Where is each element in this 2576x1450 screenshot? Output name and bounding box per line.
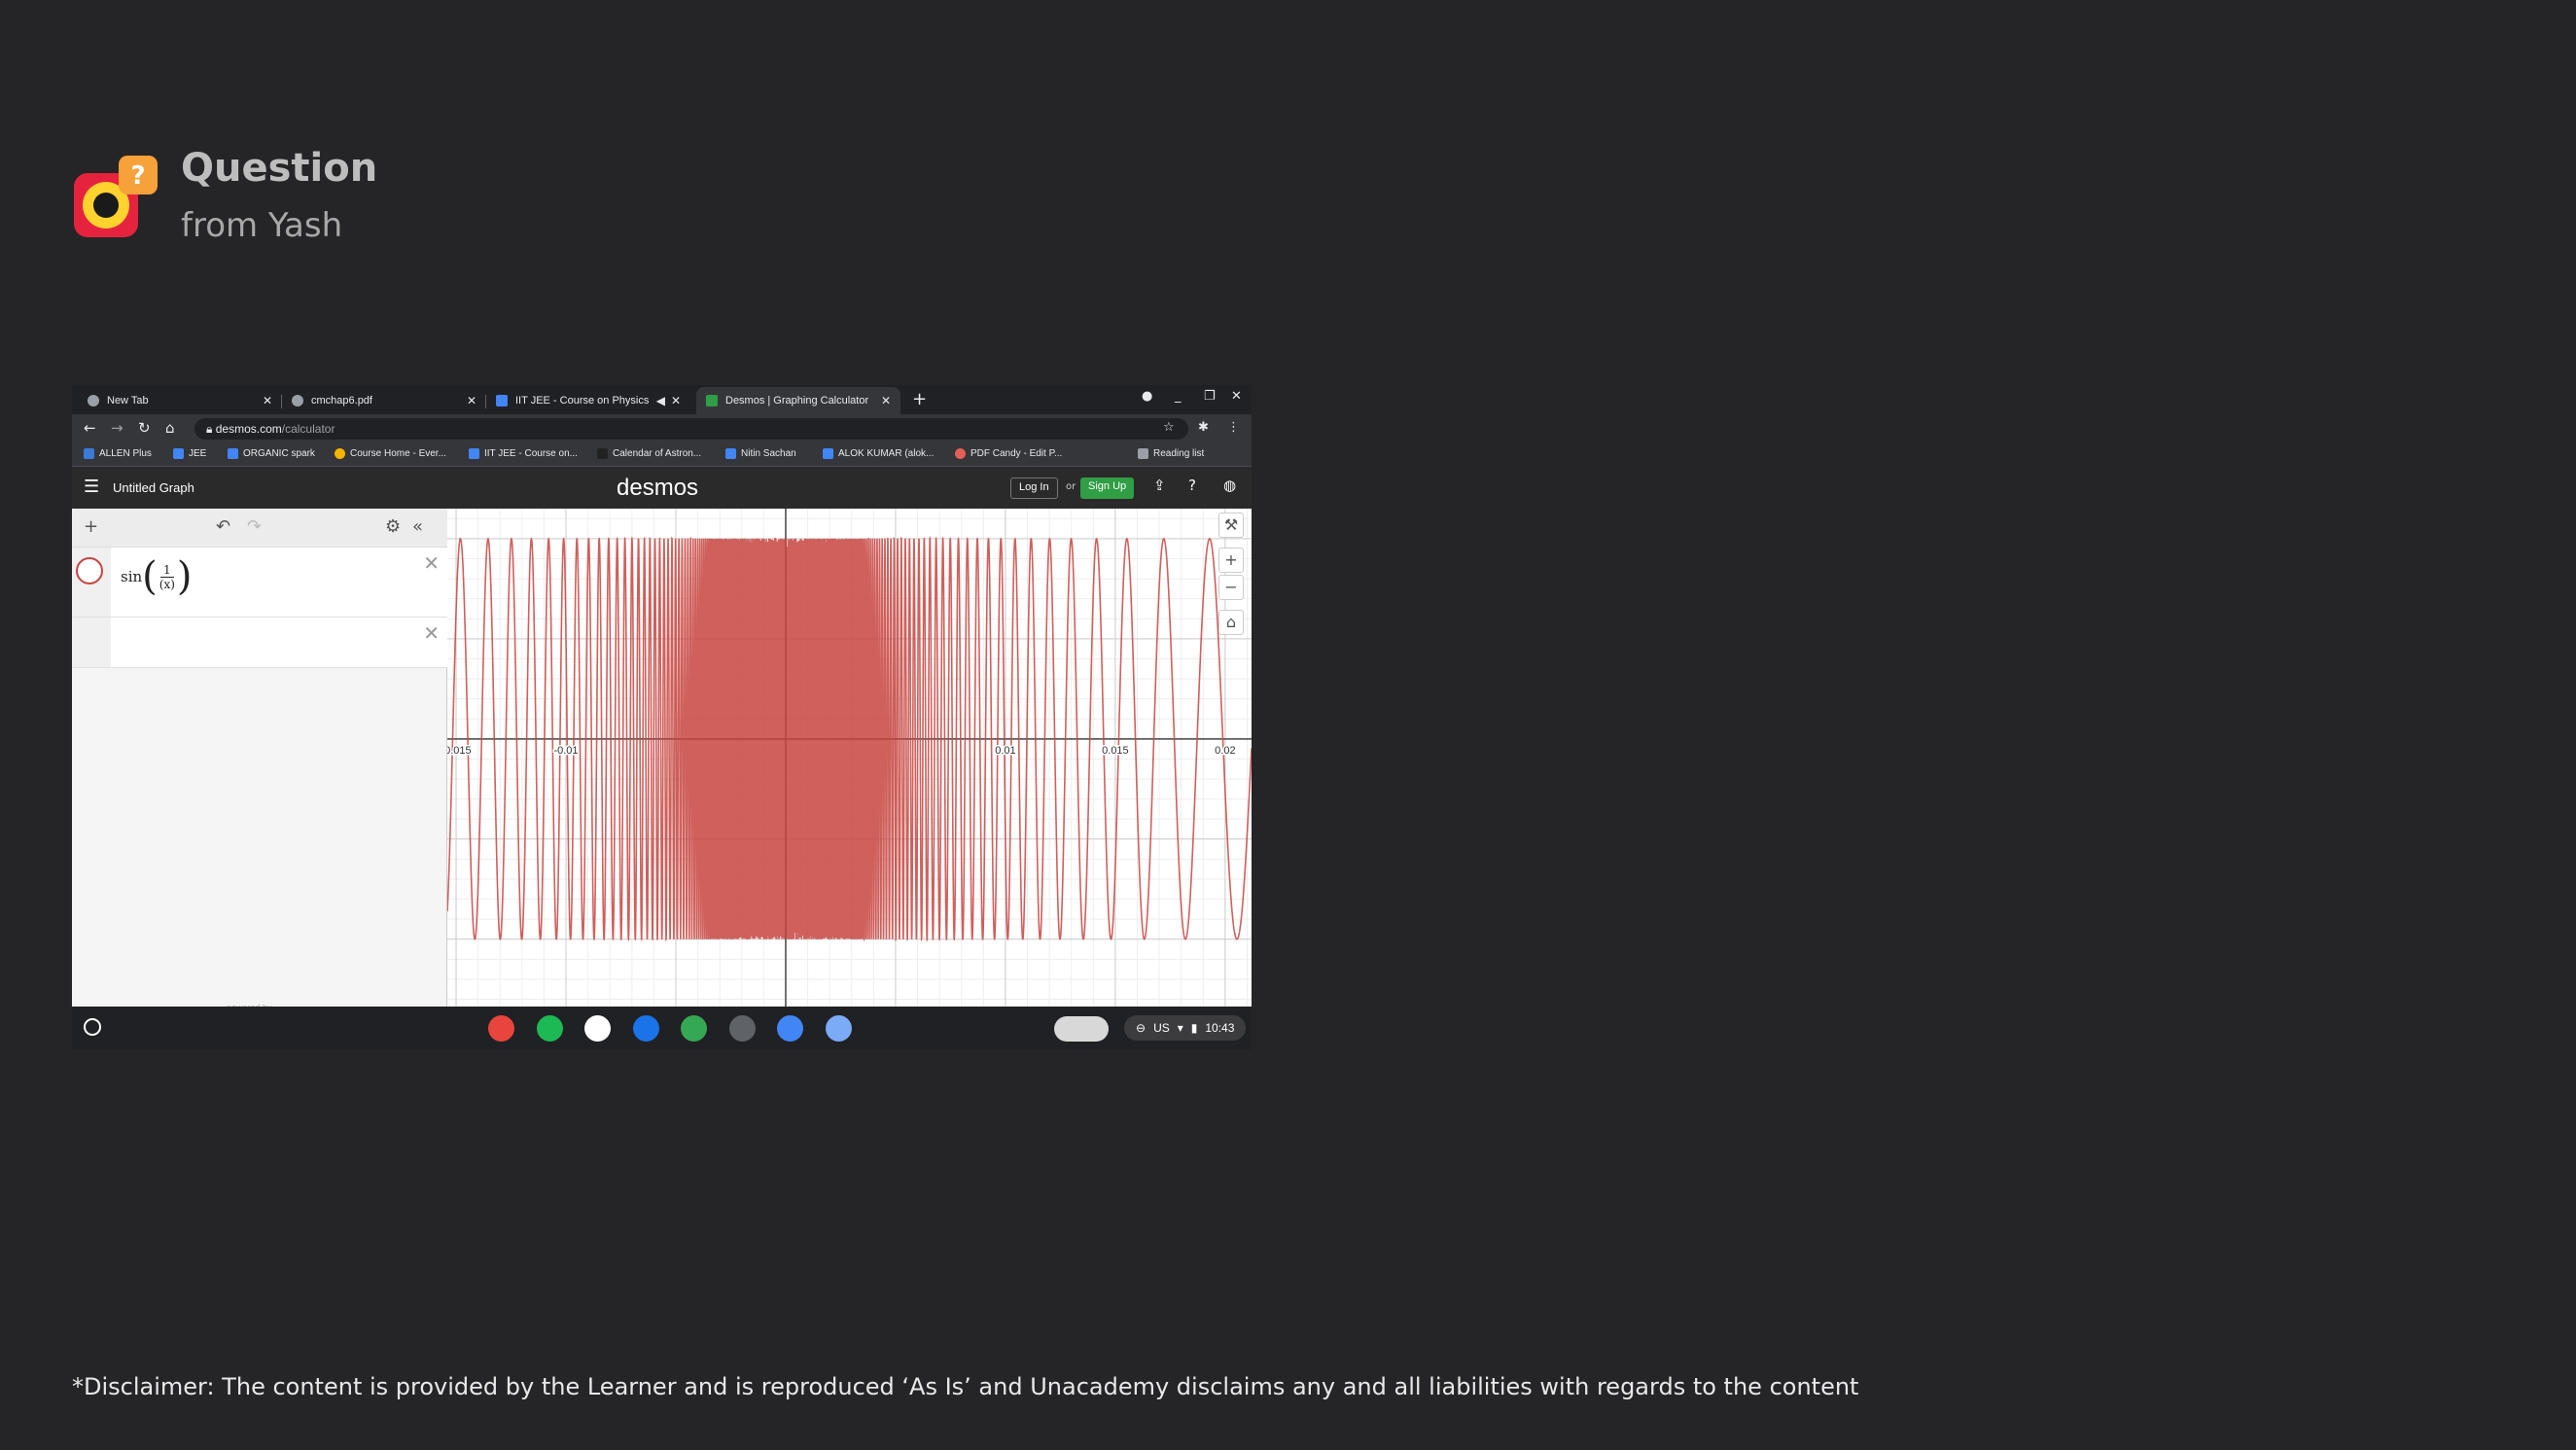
notification-tray[interactable] [1054,1016,1109,1042]
expression-panel: + ↶ ↷ ⚙ « sin ( 1 (x) ) ✕ ✕ ⌨ ▴ [72,509,447,1049]
graph-canvas[interactable]: -0.015 -0.01 0.01 0.015 0.02 ⚒ + − ⌂ [447,509,1252,1049]
bookmark-item[interactable]: ALOK KUMAR (alok... [823,448,934,459]
browser-tab[interactable]: cmchap6.pdf ✕ [282,387,486,414]
graph-title[interactable]: Untitled Graph [113,480,194,495]
login-button[interactable]: Log In [1010,477,1058,499]
reload-icon[interactable]: ↻ [138,419,151,437]
disclaimer-text: *Disclaimer: The content is provided by … [72,1373,1859,1400]
tab-close-icon[interactable]: ✕ [467,394,476,407]
delete-expression-icon[interactable]: ✕ [423,551,440,575]
files-icon[interactable] [632,1015,659,1042]
app-icon[interactable] [777,1015,803,1042]
desmos-favicon-icon [706,395,718,407]
x-tick-label: 0.02 [1215,745,1235,757]
collapse-panel-icon[interactable]: « [412,516,423,537]
window-close-icon[interactable]: ✕ [1231,389,1242,404]
bookmark-item[interactable]: Calendar of Astron... [597,448,701,459]
back-icon[interactable]: ← [84,419,96,437]
spotify-icon[interactable] [536,1015,563,1042]
desmos-logo: desmos [617,475,699,501]
tab-close-icon[interactable]: ✕ [263,394,272,407]
tab-close-icon[interactable]: ✕ [671,394,681,407]
bookmark-star-icon[interactable]: ☆ [1163,420,1175,435]
account-icon[interactable]: ● [1142,389,1152,404]
tab-favicon-icon [292,395,303,407]
zoom-out-icon[interactable]: − [1218,575,1244,600]
bookmark-item[interactable]: Course Home - Ever... [335,448,446,459]
keyboard-region: US [1153,1021,1170,1035]
graph-settings-wrench-icon[interactable]: ⚒ [1218,513,1244,538]
add-item-plus-icon[interactable]: + [84,516,98,537]
default-zoom-home-icon[interactable]: ⌂ [1218,610,1244,635]
browser-tab-active[interactable]: Desmos | Graphing Calculator ✕ [696,387,900,414]
or-label: or [1066,481,1076,492]
tab-favicon-icon [88,395,99,407]
bookmarks-bar: ALLEN Plus JEE ORGANIC spark Course Home… [72,443,1252,467]
zoom-in-icon[interactable]: + [1218,548,1244,573]
clock: 10:43 [1205,1021,1235,1035]
play-store-icon[interactable] [584,1015,611,1042]
dnd-icon: ⊖ [1136,1021,1147,1035]
help-icon[interactable]: ? [1188,477,1196,494]
address-bar[interactable]: 🔒︎ desmos.com/calculator [194,418,1188,440]
battery-icon: ▮ [1190,1021,1198,1035]
drive-icon[interactable] [681,1015,707,1042]
fraction: 1 (x) [159,562,175,591]
forward-icon[interactable]: → [111,419,124,437]
os-shelf: ⊖ US ▾ ▮ 10:43 [72,1007,1252,1049]
new-tab-plus-icon[interactable]: + [912,389,927,409]
extensions-puzzle-icon[interactable]: ✱ [1198,420,1209,435]
svg-text:?: ? [130,161,145,191]
settings-gear-icon[interactable]: ⚙ [385,516,401,537]
expression-toolbar: + ↶ ↷ ⚙ « [72,509,447,548]
x-tick-label: -0.015 [447,745,472,757]
status-tray[interactable]: ⊖ US ▾ ▮ 10:43 [1124,1015,1247,1041]
expression-formula[interactable]: sin ( 1 (x) ) [121,557,193,596]
question-author: from Yash [181,206,343,245]
graph-plot[interactable]: -0.015 -0.01 0.01 0.015 0.02 [447,509,1252,1049]
bookmark-item[interactable]: ORGANIC spark [228,448,315,459]
tab-close-icon[interactable]: ✕ [881,394,891,407]
browser-toolbar: ← → ↻ ⌂ 🔒︎ desmos.com/calculator ☆ ✱ ⋮ [72,414,1252,443]
undo-icon[interactable]: ↶ [216,516,230,537]
desmos-header: ☰ Untitled Graph desmos Log In or Sign U… [72,467,1252,509]
signup-button[interactable]: Sign Up [1080,477,1135,499]
curve-color-icon[interactable] [76,557,103,584]
more-menu-icon[interactable]: ⋮ [1227,420,1240,435]
delete-expression-icon[interactable]: ✕ [423,621,440,645]
bookmark-item[interactable]: Nitin Sachan [725,448,796,459]
browser-tab[interactable]: New Tab ✕ [78,387,282,414]
share-icon[interactable]: ⇪ [1153,477,1166,494]
browser-tab-strip: New Tab ✕ cmchap6.pdf ✕ IIT JEE - Course… [72,385,1252,414]
unacademy-question-logo: ? [74,156,158,237]
tab-favicon-icon [496,395,508,407]
x-tick-label: 0.01 [995,745,1015,757]
minimize-icon[interactable]: _ [1175,389,1182,404]
launcher-icon[interactable] [84,1018,101,1036]
wifi-icon: ▾ [1177,1021,1183,1035]
restore-icon[interactable]: ❐ [1204,389,1216,404]
hamburger-menu-icon[interactable]: ☰ [84,477,99,497]
question-title: Question [181,146,378,191]
x-tick-label: 0.015 [1102,745,1129,757]
lock-icon: 🔒︎ [206,422,216,436]
chrome-icon[interactable] [488,1015,514,1042]
tab-mute-icon[interactable]: ◀ [656,394,665,407]
bookmark-item[interactable]: JEE [173,448,206,459]
question-screenshot: New Tab ✕ cmchap6.pdf ✕ IIT JEE - Course… [72,385,1252,1049]
expression-row-empty[interactable]: ✕ [72,618,447,668]
bookmark-item[interactable]: PDF Candy - Edit P... [955,448,1062,459]
settings-icon[interactable] [728,1015,756,1042]
language-globe-icon[interactable]: ◍ [1223,477,1236,494]
expression-row[interactable]: sin ( 1 (x) ) ✕ [72,548,447,618]
redo-icon[interactable]: ↷ [247,516,262,537]
photos-icon[interactable] [825,1015,852,1042]
x-tick-label: -0.01 [553,745,578,757]
browser-tab[interactable]: IIT JEE - Course on Physics ◀ ✕ [486,387,690,414]
reading-list[interactable]: Reading list [1138,448,1204,459]
bookmark-item[interactable]: ALLEN Plus [84,448,152,459]
home-icon[interactable]: ⌂ [165,419,175,437]
bookmark-item[interactable]: IIT JEE - Course on... [469,448,578,459]
